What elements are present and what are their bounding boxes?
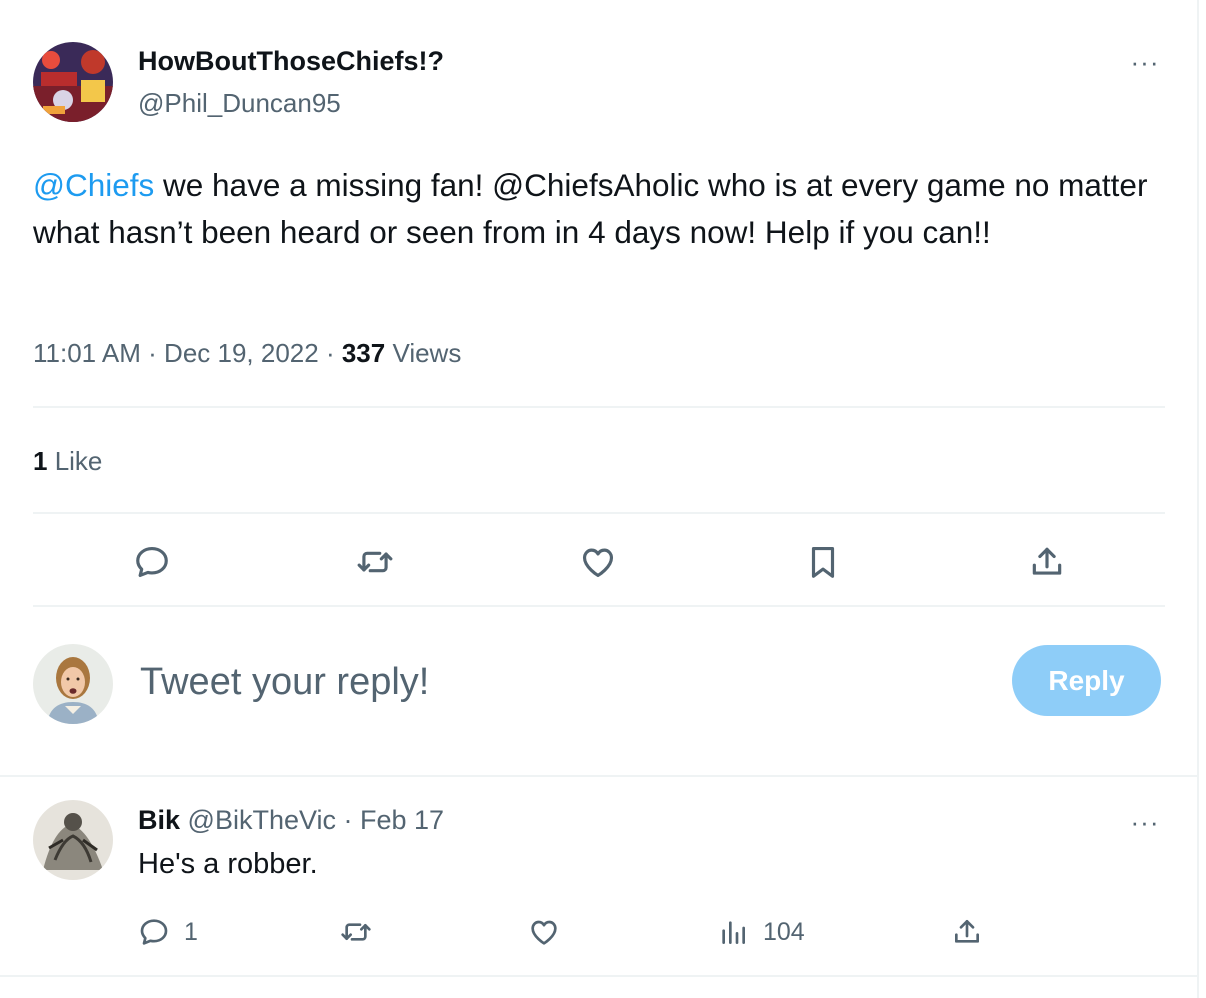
reply-icon [136, 546, 168, 578]
share-button[interactable] [1025, 540, 1069, 584]
reply-reply-button[interactable]: 1 [138, 910, 198, 954]
reply-author-handle[interactable]: @BikTheVic [180, 805, 336, 835]
reply-header: Bik @BikTheVic · Feb 17 [138, 805, 444, 836]
divider [33, 406, 1165, 408]
share-icon [955, 920, 979, 943]
retweet-button[interactable] [353, 540, 397, 584]
more-options-icon[interactable]: ··· [1128, 48, 1162, 76]
reply-submit-button[interactable]: Reply [1012, 645, 1161, 716]
author-handle[interactable]: @Phil_Duncan95 [138, 88, 341, 119]
reply-button[interactable] [130, 540, 174, 584]
divider [33, 512, 1165, 514]
reply-author-name[interactable]: Bik [138, 805, 180, 835]
reply-date[interactable]: Feb 17 [360, 805, 444, 835]
like-icon [531, 920, 557, 945]
likes-count: 1 [33, 446, 48, 476]
tweet-text: @Chiefs we have a missing fan! @ChiefsAh… [33, 162, 1163, 256]
divider [33, 605, 1165, 607]
user-avatar[interactable] [33, 644, 113, 724]
reply-like-button[interactable] [528, 910, 560, 954]
share-icon [1032, 547, 1062, 575]
views-icon [722, 921, 745, 944]
retweet-icon [341, 923, 371, 941]
views-count: 337 [341, 338, 386, 368]
tweet-body: we have a missing fan! @ChiefsAholic who… [33, 167, 1148, 250]
reply-views-button[interactable]: 104 [717, 910, 805, 954]
bookmark-button[interactable] [801, 540, 845, 584]
bottom-divider [0, 975, 1199, 977]
author-avatar[interactable] [33, 42, 113, 122]
reply-separator: · [336, 805, 360, 835]
views-label: Views [385, 338, 462, 368]
reply-share-button[interactable] [951, 910, 983, 954]
likes-label: Like [47, 446, 103, 476]
reply-author-avatar[interactable] [33, 800, 113, 880]
likes-stat[interactable]: 1 Like [33, 446, 102, 477]
tweet-detail-panel: HowBoutThoseChiefs!? @Phil_Duncan95 ··· … [0, 0, 1199, 998]
reply-more-options-icon[interactable]: ··· [1128, 808, 1162, 836]
reply-retweet-button[interactable] [340, 910, 372, 954]
tweet-time[interactable]: 11:01 AM [33, 338, 141, 368]
mention-link[interactable]: @Chiefs [33, 167, 154, 203]
reply-icon [140, 919, 168, 945]
like-icon [582, 548, 614, 578]
tweet-date[interactable]: Dec 19, 2022 [164, 338, 319, 368]
meta-separator: · [140, 338, 165, 368]
meta-separator: · [318, 338, 342, 368]
reply-input[interactable] [140, 652, 980, 712]
bookmark-icon [811, 546, 835, 578]
reply-count: 1 [184, 917, 198, 946]
like-button[interactable] [576, 540, 620, 584]
reply-views-count: 104 [763, 917, 805, 946]
retweet-icon [357, 551, 393, 573]
reply-text: He's a robber. [138, 848, 318, 880]
section-divider [0, 775, 1199, 777]
tweet-meta: 11:01 AM · Dec 19, 2022 · 337 Views [33, 338, 461, 369]
author-name[interactable]: HowBoutThoseChiefs!? [138, 46, 444, 77]
